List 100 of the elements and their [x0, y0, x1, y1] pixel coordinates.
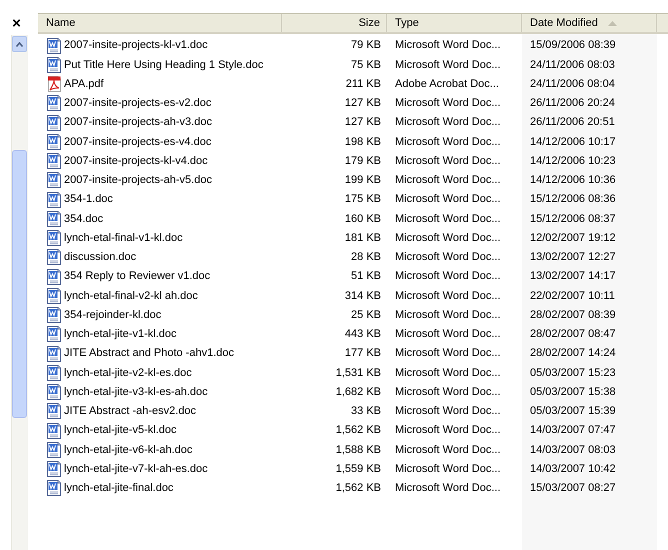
file-size: 79 KB [351, 39, 381, 52]
file-name[interactable]: lynch-etal-jite-v1-kl.doc [64, 326, 176, 343]
file-name[interactable]: 2007-insite-projects-ah-v3.doc [64, 114, 212, 131]
scrollbar[interactable] [10, 35, 28, 550]
date-modified: 05/03/2007 15:38 [530, 386, 616, 398]
file-size: 179 KB [344, 154, 381, 167]
file-type: Microsoft Word Doc... [395, 386, 501, 398]
file-size: 181 KB [344, 232, 381, 244]
document-icon [46, 38, 62, 54]
document-icon [46, 268, 62, 285]
column-header[interactable]: Name [38, 14, 282, 32]
file-size: 127 KB [344, 97, 381, 110]
date-modified: 22/02/2007 10:11 [530, 290, 615, 302]
date-modified: 13/02/2007 12:27 [530, 251, 616, 264]
document-icon [46, 249, 62, 266]
document-icon [46, 56, 62, 73]
file-name[interactable]: lynch-etal-jite-v7-kl-ah-es.doc [64, 460, 208, 478]
file-name[interactable]: lynch-etal-jite-v3-kl-es-ah.doc [64, 384, 208, 400]
date-modified: 28/02/2007 08:39 [530, 308, 616, 321]
file-name[interactable]: 2007-insite-projects-ah-v5.doc [64, 172, 212, 189]
document-icon [46, 192, 62, 208]
file-name[interactable]: 354-1.doc [64, 191, 113, 208]
file-size: 211 KB [346, 78, 381, 90]
file-name[interactable]: 2007-insite-projects-es-v4.doc [64, 134, 212, 150]
file-name[interactable]: lynch-etal-final-v2-kl ah.doc [64, 288, 198, 304]
file-type: Microsoft Word Doc... [395, 136, 501, 148]
file-size: 33 KB [351, 405, 381, 418]
file-name[interactable]: lynch-etal-jite-v6-kl-ah.doc [64, 442, 192, 458]
file-size: 28 KB [351, 251, 381, 264]
file-type: Microsoft Word Doc... [395, 232, 501, 244]
file-type: Microsoft Word Doc... [395, 405, 501, 418]
file-type: Microsoft Word Doc... [395, 462, 501, 475]
file-type: Microsoft Word Doc... [395, 444, 501, 456]
file-name[interactable]: 354.doc [64, 210, 104, 228]
date-modified: 26/11/2006 20:51 [530, 116, 615, 128]
file-type: Microsoft Word Doc... [395, 290, 501, 302]
date-modified: 15/09/2006 08:39 [530, 39, 616, 52]
date-modified: 12/02/2007 19:12 [530, 232, 616, 244]
file-size: 75 KB [351, 58, 381, 71]
document-icon [46, 480, 62, 496]
file-type: Microsoft Word Doc... [395, 39, 501, 52]
date-modified: 26/11/2006 20:24 [530, 97, 615, 110]
file-type: Microsoft Word Doc... [395, 308, 501, 321]
file-name[interactable]: 354-rejoinder-kl.doc [64, 306, 162, 324]
document-icon [46, 172, 62, 188]
file-name[interactable]: 2007-insite-projects-kl-v1.doc [64, 37, 208, 54]
scrollbar-thumb[interactable] [12, 150, 27, 418]
file-type: Microsoft Word Doc... [395, 212, 501, 225]
date-modified: 28/02/2007 08:47 [530, 328, 616, 340]
document-icon [46, 384, 62, 400]
file-size: 1,559 KB [336, 462, 381, 475]
date-modified: 14/12/2006 10:36 [530, 174, 616, 186]
date-modified: 24/11/2006 08:04 [530, 78, 615, 90]
date-modified: 28/02/2007 14:24 [530, 347, 616, 360]
file-name[interactable]: lynch-etal-jite-v2-kl-es.doc [64, 364, 192, 382]
file-name[interactable]: APA.pdf [64, 76, 104, 92]
file-name[interactable]: JITE Abstract -ah-esv2.doc [64, 403, 196, 420]
sort-arrow-icon [608, 20, 617, 26]
file-type: Microsoft Word Doc... [395, 154, 501, 167]
column-header[interactable]: Type [387, 14, 522, 32]
date-modified: 13/02/2007 14:17 [530, 270, 616, 282]
date-modified: 24/11/2006 08:03 [530, 58, 615, 71]
close-button[interactable]: × [6, 13, 26, 35]
file-size: 25 KB [351, 308, 381, 321]
file-type: Microsoft Word Doc... [395, 482, 501, 494]
file-name[interactable]: Put Title Here Using Heading 1 Style.doc [64, 56, 264, 74]
file-size: 198 KB [344, 136, 381, 148]
document-icon [46, 346, 62, 362]
chevron-up-icon [16, 42, 23, 46]
document-icon [46, 403, 62, 420]
file-size: 1,562 KB [336, 424, 381, 436]
pdf-icon [46, 76, 62, 92]
file-name[interactable]: lynch-etal-jite-v5-kl.doc [64, 422, 176, 439]
column-header[interactable]: Size [282, 14, 387, 32]
file-type: Microsoft Word Doc... [395, 251, 501, 264]
file-type: Adobe Acrobat Doc... [395, 78, 499, 90]
date-modified: 14/03/2007 08:03 [530, 444, 616, 456]
document-icon [46, 461, 62, 478]
file-name[interactable]: discussion.doc [64, 249, 136, 266]
file-size: 51 KB [351, 270, 381, 282]
file-type: Microsoft Word Doc... [395, 97, 501, 110]
file-name[interactable]: 2007-insite-projects-kl-v4.doc [64, 152, 208, 170]
date-modified: 05/03/2007 15:39 [530, 405, 616, 418]
file-type: Microsoft Word Doc... [395, 193, 501, 206]
file-size: 177 KB [344, 347, 381, 360]
file-size: 1,531 KB [336, 366, 381, 379]
date-modified: 15/12/2006 08:36 [530, 193, 616, 206]
file-name[interactable]: 354 Reply to Reviewer v1.doc [64, 268, 210, 285]
file-size: 199 KB [344, 174, 381, 186]
file-type: Microsoft Word Doc... [395, 347, 501, 360]
column-header[interactable]: Date Modified [522, 14, 657, 32]
date-modified: 05/03/2007 15:23 [530, 366, 616, 379]
file-size: 1,682 KB [336, 386, 381, 398]
document-icon [46, 307, 62, 324]
file-name[interactable]: 2007-insite-projects-es-v2.doc [64, 95, 212, 112]
file-name[interactable]: lynch-etal-final-v1-kl.doc [64, 230, 183, 246]
file-name[interactable]: JITE Abstract and Photo -ahv1.doc [64, 345, 234, 362]
document-icon [46, 95, 62, 112]
file-name[interactable]: lynch-etal-jite-final.doc [64, 480, 174, 497]
scroll-up-button[interactable] [12, 36, 27, 52]
